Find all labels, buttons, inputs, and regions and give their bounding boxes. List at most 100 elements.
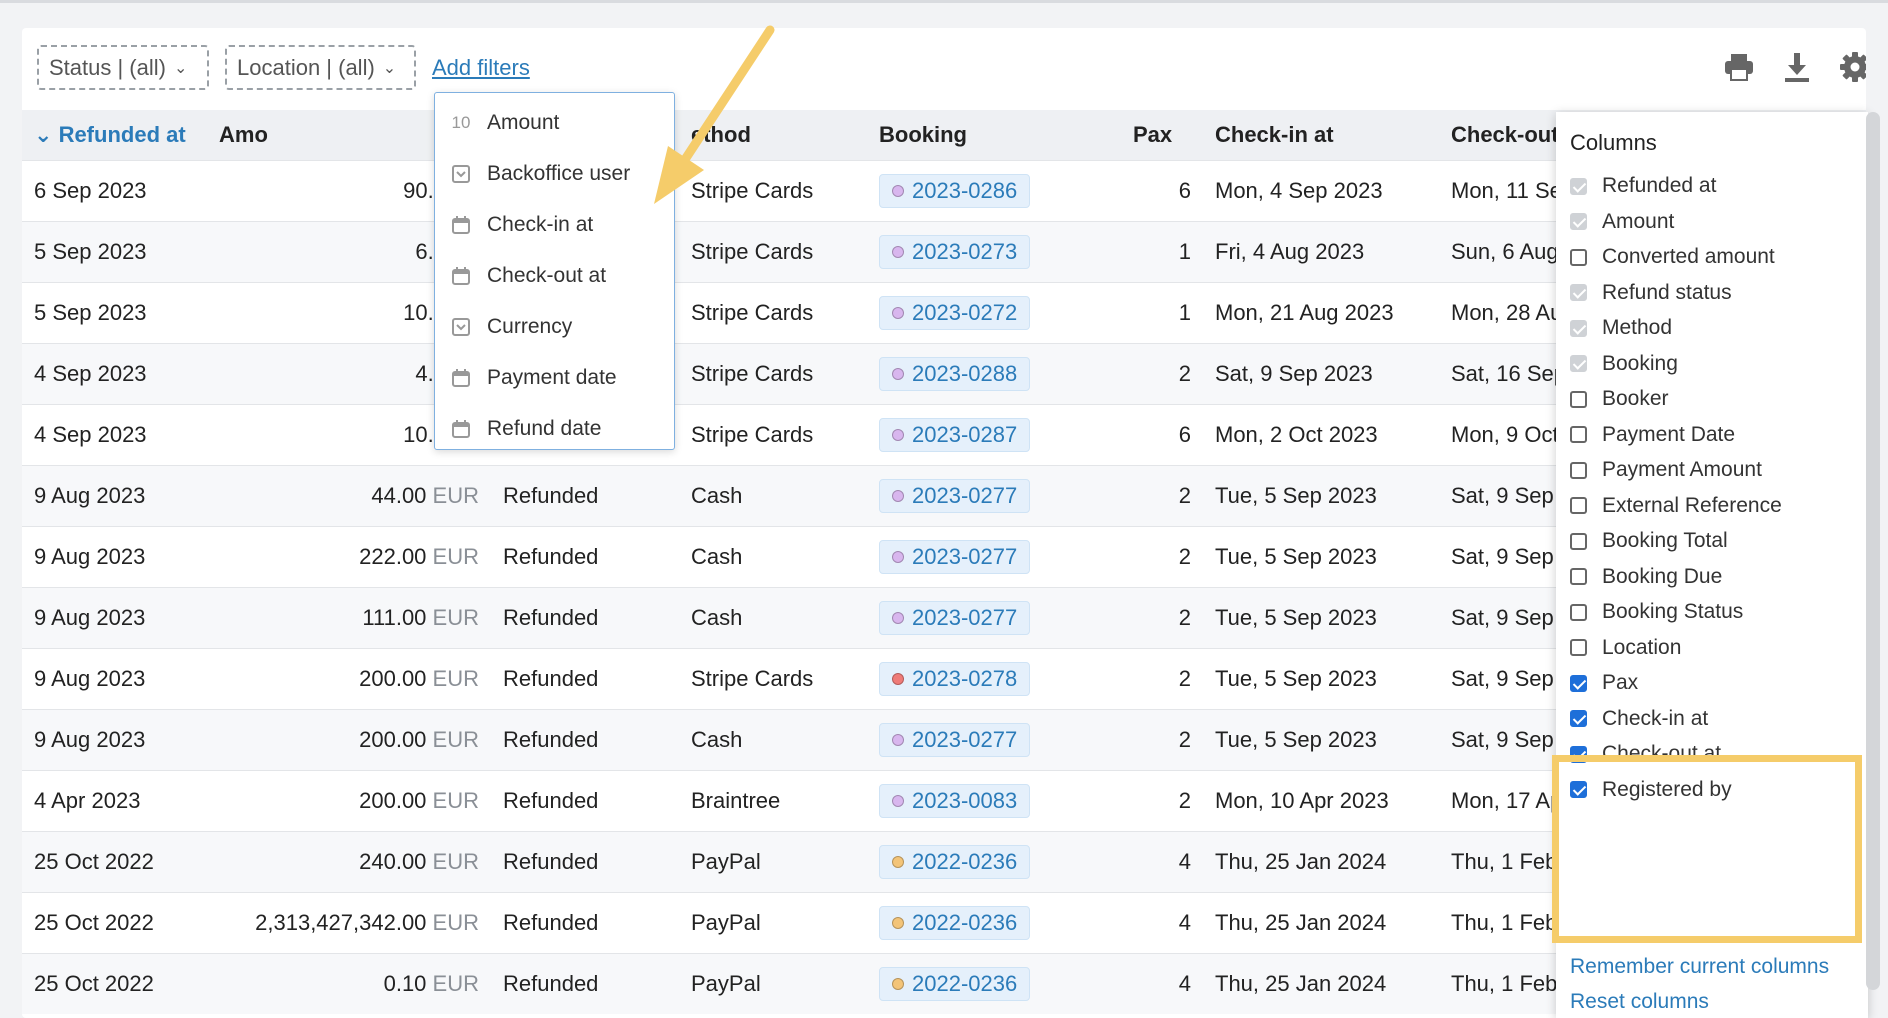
booking-status-dot (892, 855, 904, 868)
cell-method: Stripe Cards (679, 220, 867, 282)
booking-badge[interactable]: 2022-0236 (879, 966, 1031, 1001)
column-checkbox[interactable] (1570, 248, 1587, 266)
filter-option[interactable]: Payment date (435, 352, 674, 403)
booking-number: 2023-0277 (912, 482, 1018, 508)
amount-currency: EUR (432, 787, 479, 813)
column-checkbox[interactable] (1570, 497, 1587, 514)
filter-option[interactable]: Currency (435, 301, 674, 352)
filter-option[interactable]: Check-in at (435, 199, 674, 250)
booking-badge[interactable]: 2023-0273 (879, 234, 1031, 269)
column-label: Refunded at (1602, 174, 1717, 197)
filter-option[interactable]: Backoffice user (435, 148, 674, 199)
column-toggle[interactable]: Booking Due (1570, 559, 1722, 595)
column-toggle: Method (1570, 310, 1672, 346)
filter-option[interactable]: Refund date (435, 403, 674, 454)
booking-badge[interactable]: 2023-0278 (879, 661, 1031, 696)
filter-option[interactable]: 10 Amount (435, 97, 674, 148)
column-label: Booking Due (1602, 564, 1723, 588)
column-toggle[interactable]: Location (1570, 630, 1681, 666)
gear-icon[interactable] (1838, 50, 1866, 84)
column-checkbox[interactable] (1570, 426, 1587, 443)
column-checkbox[interactable] (1570, 710, 1587, 727)
column-checkbox[interactable] (1570, 639, 1587, 656)
booking-badge[interactable]: 2023-0083 (879, 783, 1031, 818)
column-checkbox (1570, 177, 1587, 195)
header-checkin[interactable]: Check-in at (1203, 110, 1439, 160)
column-checkbox[interactable] (1570, 390, 1587, 408)
cell-checkin: Tue, 5 Sep 2023 (1203, 525, 1439, 587)
filter-option[interactable]: Check-out at (435, 250, 674, 301)
booking-number: 2023-0272 (912, 299, 1018, 325)
add-filters-link[interactable]: Add filters (432, 55, 530, 81)
column-toggle[interactable]: Booking Status (1570, 594, 1743, 630)
column-toggle[interactable]: Converted amount (1570, 239, 1775, 275)
booking-badge[interactable]: 2023-0288 (879, 356, 1031, 391)
column-label: Location (1602, 635, 1682, 659)
column-checkbox[interactable] (1570, 532, 1587, 550)
column-toggle[interactable]: Booker (1570, 381, 1669, 417)
booking-number: 2023-0277 (912, 604, 1018, 630)
booking-number: 2023-0083 (912, 787, 1018, 813)
column-label: Refund status (1602, 280, 1732, 304)
booking-badge[interactable]: 2023-0277 (879, 478, 1031, 513)
cell-booking: 2023-0272 (867, 281, 1121, 343)
column-toggle[interactable]: External Reference (1570, 488, 1782, 524)
column-checkbox[interactable] (1570, 745, 1587, 763)
cell-status: Refunded (491, 525, 679, 587)
amount-currency: EUR (432, 482, 479, 508)
header-method[interactable]: ethod (679, 110, 867, 160)
columns-panel-scrollbar[interactable] (1866, 112, 1880, 990)
column-label: Check-out at (1602, 742, 1722, 765)
column-checkbox[interactable] (1570, 674, 1587, 692)
print-icon[interactable] (1722, 50, 1756, 84)
booking-number: 2023-0278 (912, 665, 1018, 691)
booking-badge[interactable]: 2023-0286 (879, 173, 1031, 208)
column-toggle[interactable]: Check-out at (1570, 736, 1721, 772)
reset-columns-link[interactable]: Reset columns (1570, 990, 1709, 1014)
amount-value: 200.00 (359, 665, 427, 691)
booking-badge[interactable]: 2022-0236 (879, 844, 1031, 879)
header-booking[interactable]: Booking (867, 110, 1121, 160)
header-pax[interactable]: Pax (1121, 110, 1203, 160)
download-icon[interactable] (1780, 50, 1814, 84)
cell-refunded-at: 9 Aug 2023 (22, 708, 207, 770)
column-toggle[interactable]: Registered by (1570, 772, 1732, 808)
header-label: Amo (219, 121, 268, 147)
column-label: Booking (1602, 351, 1678, 375)
column-toggle[interactable]: Check-in at (1570, 701, 1708, 737)
column-toggle: Amount (1570, 204, 1674, 240)
column-toggle[interactable]: Booking Total (1570, 523, 1728, 559)
header-refunded-at[interactable]: ⌄ Refunded at (22, 110, 207, 160)
cell-method: Cash (679, 525, 867, 587)
location-filter-button[interactable]: Location | (all) ⌄ (225, 45, 416, 90)
header-label: Pax (1133, 121, 1173, 147)
amount-currency: EUR (432, 970, 479, 996)
booking-badge[interactable]: 2023-0277 (879, 600, 1031, 635)
cell-method: Stripe Cards (679, 403, 867, 465)
booking-badge[interactable]: 2022-0236 (879, 905, 1031, 940)
booking-badge[interactable]: 2023-0272 (879, 295, 1031, 330)
booking-status-dot (892, 672, 904, 685)
cell-pax: 2 (1121, 342, 1203, 404)
booking-badge[interactable]: 2023-0287 (879, 417, 1031, 452)
column-checkbox[interactable] (1570, 603, 1587, 621)
header-label: ethod (691, 121, 751, 147)
header-label: Refunded at (58, 121, 186, 147)
column-toggle[interactable]: Payment Amount (1570, 452, 1762, 488)
status-filter-button[interactable]: Status | (all) ⌄ (37, 45, 209, 90)
column-checkbox (1570, 284, 1587, 301)
booking-number: 2022-0236 (912, 970, 1018, 996)
booking-badge[interactable]: 2023-0277 (879, 539, 1031, 574)
column-toggle[interactable]: Payment Date (1570, 417, 1735, 453)
column-checkbox[interactable] (1570, 781, 1587, 798)
columns-panel-title: Columns (1570, 130, 1657, 155)
column-checkbox[interactable] (1570, 461, 1587, 479)
booking-badge[interactable]: 2023-0277 (879, 722, 1031, 757)
remember-columns-link[interactable]: Remember current columns (1570, 955, 1829, 979)
booking-status-dot (892, 550, 904, 563)
column-checkbox[interactable] (1570, 568, 1587, 585)
cell-booking: 2023-0277 (867, 525, 1121, 587)
cell-amount: 222.00 EUR (207, 525, 491, 587)
column-toggle[interactable]: Pax (1570, 665, 1638, 701)
column-label: Method (1602, 316, 1673, 339)
